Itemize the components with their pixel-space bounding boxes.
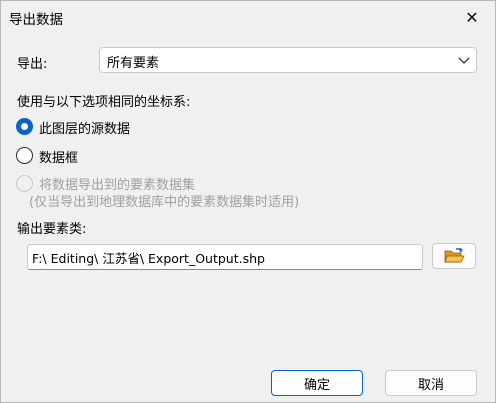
ok-button-label: 确定: [303, 377, 330, 393]
chevron-down-icon: [458, 57, 470, 64]
ok-button[interactable]: 确定: [271, 370, 363, 396]
radio-data-frame-label: 数据框: [39, 151, 79, 166]
export-select-value: 所有要素: [107, 56, 160, 71]
open-folder-icon: [444, 248, 465, 263]
output-path-field[interactable]: [27, 244, 423, 270]
export-data-dialog: 导出数据 ✕ 导出: 所有要素 使用与以下选项相同的坐标系: 此图层的源数据 数…: [0, 0, 496, 403]
browse-button[interactable]: [432, 243, 476, 269]
export-label: 导出:: [17, 57, 48, 72]
cancel-button[interactable]: 取消: [385, 370, 477, 396]
radio-source-data[interactable]: [16, 118, 33, 135]
dialog-title: 导出数据: [9, 12, 63, 28]
radio-source-data-label: 此图层的源数据: [39, 122, 131, 137]
cancel-button-label: 取消: [417, 377, 444, 393]
radio-data-frame[interactable]: [16, 147, 33, 164]
export-select[interactable]: 所有要素: [99, 47, 477, 73]
radio-feature-dataset-note: (仅当导出到地理数据库中的要素数据集时适用): [29, 195, 300, 210]
coordinate-system-heading: 使用与以下选项相同的坐标系:: [17, 95, 191, 110]
output-path-input[interactable]: [32, 248, 416, 266]
close-icon: ✕: [465, 7, 479, 27]
radio-feature-dataset: [16, 175, 33, 192]
close-button[interactable]: ✕: [457, 4, 487, 30]
output-feature-class-label: 输出要素类:: [17, 222, 87, 237]
title-bar: 导出数据 ✕: [1, 1, 495, 33]
